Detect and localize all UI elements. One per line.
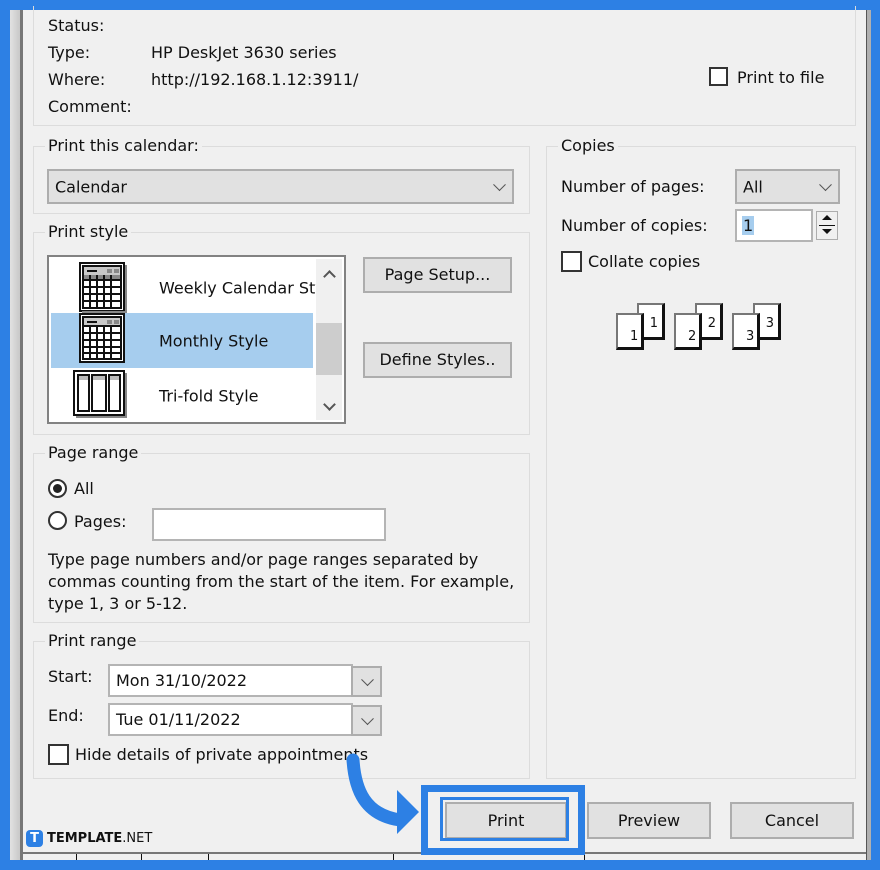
print-highlight-inner <box>440 797 569 841</box>
calendar-select[interactable]: Calendar <box>47 169 514 204</box>
print-range-legend: Print range <box>45 631 140 651</box>
where-value: http://192.168.1.12:3911/ <box>151 70 359 89</box>
template-logo-icon: T <box>26 830 43 847</box>
spin-up-icon[interactable] <box>822 215 832 220</box>
number-of-pages-value: All <box>743 177 763 196</box>
print-this-calendar-legend: Print this calendar: <box>45 136 202 156</box>
page-range-all-radio[interactable] <box>48 479 67 498</box>
monthly-calendar-icon <box>79 313 125 363</box>
chevron-down-icon <box>361 672 374 686</box>
scroll-down-icon[interactable] <box>323 398 336 411</box>
copies-spinner[interactable] <box>816 211 838 240</box>
end-date-dropdown[interactable] <box>351 705 382 736</box>
scrollbar-thumb[interactable] <box>316 323 342 375</box>
print-style-label: Weekly Calendar Style <box>159 278 340 297</box>
number-of-copies-input[interactable]: 1 <box>735 209 813 242</box>
calendar-select-value: Calendar <box>55 177 127 196</box>
print-style-list[interactable]: Weekly Calendar Style Monthly Style Tri-… <box>47 255 346 424</box>
window-left-edge <box>10 10 20 860</box>
number-of-pages-select[interactable]: All <box>735 169 840 204</box>
cancel-button[interactable]: Cancel <box>730 802 854 839</box>
end-label: End: <box>48 706 84 725</box>
chevron-down-icon <box>361 711 374 725</box>
print-style-item-monthly[interactable]: Monthly Style <box>51 313 313 368</box>
page-range-legend: Page range <box>45 443 142 463</box>
number-of-copies-label: Number of copies: <box>561 216 708 235</box>
page-range-hint: Type page numbers and/or page ranges sep… <box>48 550 515 613</box>
page-number: 1 <box>630 329 639 344</box>
scroll-up-icon[interactable] <box>323 270 336 283</box>
trifold-icon <box>73 370 127 418</box>
print-style-label: Monthly Style <box>159 331 269 350</box>
page-range-pages-radio[interactable] <box>48 511 67 530</box>
page-number: 3 <box>765 316 774 331</box>
start-label: Start: <box>48 667 93 686</box>
print-to-file-checkbox[interactable] <box>709 67 728 86</box>
end-date-input[interactable]: Tue 01/11/2022 <box>108 703 353 736</box>
status-label: Status: <box>48 16 105 35</box>
page-icon: 3 <box>732 313 760 350</box>
start-date-value: Mon 31/10/2022 <box>116 671 248 690</box>
window-right-edge <box>866 10 871 860</box>
where-label: Where: <box>48 70 106 89</box>
print-style-item-weekly[interactable]: Weekly Calendar Style <box>51 260 339 315</box>
print-style-legend: Print style <box>45 222 132 242</box>
page-number: 2 <box>707 316 716 331</box>
printer-info-group <box>33 6 856 126</box>
page-number: 3 <box>746 329 755 344</box>
collate-illustration: 1 1 2 2 3 3 <box>615 303 785 355</box>
print-to-file-label[interactable]: Print to file <box>737 68 824 88</box>
start-date-dropdown[interactable] <box>351 666 382 697</box>
type-value: HP DeskJet 3630 series <box>151 43 337 62</box>
define-styles-button[interactable]: Define Styles.. <box>363 342 512 378</box>
page-setup-button[interactable]: Page Setup... <box>363 257 512 293</box>
spin-down-icon[interactable] <box>822 229 832 234</box>
type-label: Type: <box>48 43 91 62</box>
page-icon: 2 <box>674 313 702 350</box>
print-style-scrollbar[interactable] <box>316 259 342 420</box>
print-style-item-trifold[interactable]: Tri-fold Style <box>51 368 313 422</box>
end-date-value: Tue 01/11/2022 <box>116 710 241 729</box>
hide-private-label[interactable]: Hide details of private appointments <box>75 745 368 765</box>
preview-button[interactable]: Preview <box>587 802 711 839</box>
weekly-calendar-icon <box>79 262 127 313</box>
watermark-brand: TEMPLATE <box>47 831 123 846</box>
page-range-pages-label[interactable]: Pages: <box>74 512 126 532</box>
page-icon: 1 <box>616 313 644 350</box>
comment-label: Comment: <box>48 97 132 116</box>
number-of-pages-label: Number of pages: <box>561 177 705 196</box>
collate-checkbox[interactable] <box>561 251 582 272</box>
chevron-down-icon <box>493 177 506 191</box>
page-range-all-label[interactable]: All <box>74 479 94 499</box>
arrow-icon <box>346 753 419 834</box>
page-number: 2 <box>688 329 697 344</box>
page-number: 1 <box>649 316 658 331</box>
copies-legend: Copies <box>558 136 618 156</box>
print-style-label: Tri-fold Style <box>159 386 259 405</box>
hide-private-checkbox[interactable] <box>48 744 69 765</box>
spinner-divider <box>819 225 835 226</box>
watermark-text: TEMPLATE.NET <box>47 829 152 849</box>
number-of-copies-value: 1 <box>742 216 755 235</box>
watermark-suffix: .NET <box>122 831 153 846</box>
collate-label[interactable]: Collate copies <box>588 252 700 272</box>
start-date-input[interactable]: Mon 31/10/2022 <box>108 664 353 697</box>
chevron-down-icon <box>819 177 832 191</box>
pages-input[interactable] <box>152 508 386 541</box>
